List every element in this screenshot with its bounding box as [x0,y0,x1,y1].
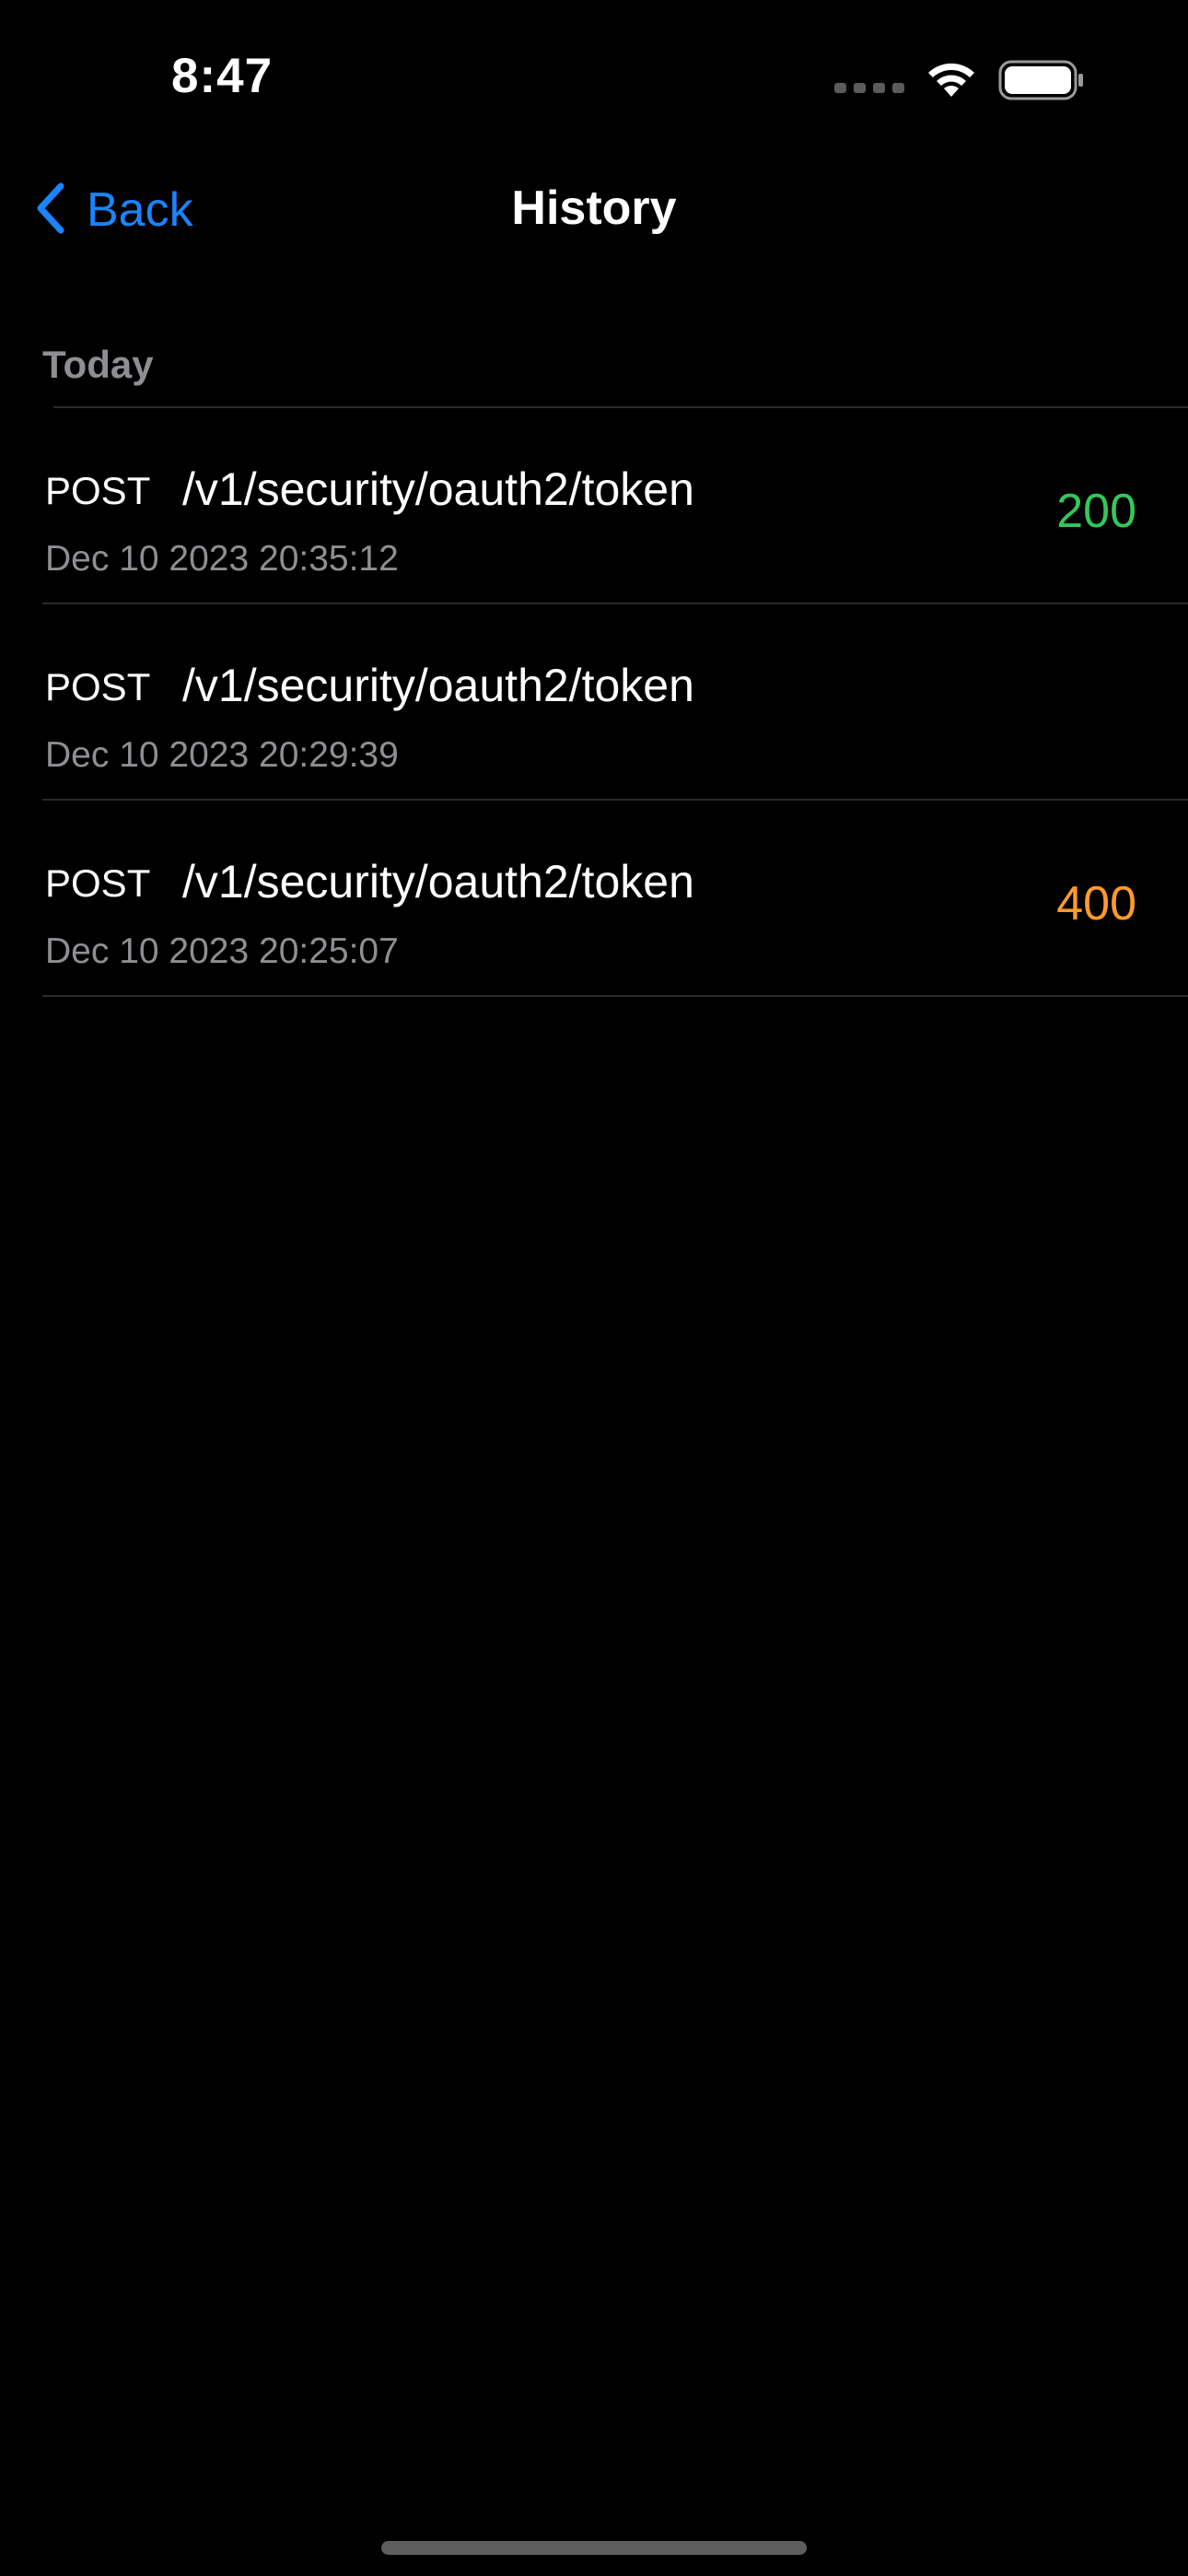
section-header-today: Today [42,343,154,386]
wifi-icon [925,60,978,100]
history-list: POST /v1/security/oauth2/token Dec 10 20… [0,408,1188,997]
request-timestamp: Dec 10 2023 20:35:12 [45,539,399,579]
request-method: POST [45,469,151,512]
request-timestamp: Dec 10 2023 20:25:07 [45,931,399,971]
request-timestamp: Dec 10 2023 20:29:39 [45,735,399,775]
page-title: History [511,181,677,235]
request-path: /v1/security/oauth2/token [182,856,694,907]
status-code: 200 [1056,485,1136,538]
status-time: 8:47 [171,49,274,103]
cellular-signal-icon [834,82,904,93]
navigation-bar: Back History [0,157,1188,265]
home-indicator[interactable] [381,2541,807,2555]
status-icons [834,57,1085,103]
history-row[interactable]: POST /v1/security/oauth2/token Dec 10 20… [42,408,1188,604]
request-method: POST [45,861,151,905]
request-path: /v1/security/oauth2/token [182,463,694,515]
status-bar: 8:47 [0,0,1188,157]
battery-icon [998,60,1085,100]
status-code: 400 [1056,877,1136,931]
history-row[interactable]: POST /v1/security/oauth2/token Dec 10 20… [42,801,1188,997]
request-path: /v1/security/oauth2/token [182,660,694,711]
request-method: POST [45,665,151,708]
history-row[interactable]: POST /v1/security/oauth2/token Dec 10 20… [42,604,1188,801]
